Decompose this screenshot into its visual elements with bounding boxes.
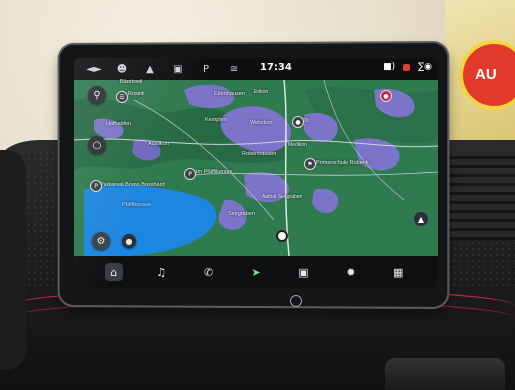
connectivity-icon[interactable]: ∑◉ xyxy=(418,62,432,72)
status-bar: ◄► ☻ ▲ ▣ P ≅ 17:34 ■) ∑◉ xyxy=(74,58,438,80)
air-vent-left xyxy=(0,150,26,370)
air-vent-right xyxy=(440,150,515,240)
poi-pin-school[interactable]: ⚑ xyxy=(304,158,316,170)
map-label-erikon: Erikon xyxy=(254,89,269,95)
poi-pin-parking[interactable]: P xyxy=(184,168,196,180)
map-label-primarschule: Primarschule Robenk xyxy=(316,160,369,166)
volume-icon[interactable]: ■) xyxy=(383,62,395,72)
fan-icon: ✹ xyxy=(346,265,356,279)
phone-icon: ✆ xyxy=(203,265,214,279)
climate-controls xyxy=(385,358,505,390)
phone-button[interactable]: ✆ xyxy=(200,263,218,281)
bottom-dock: ⌂ ♫ ✆ ➤ ▣ ✹ ▦ xyxy=(74,256,438,288)
map-label-kempten: Kempten xyxy=(205,117,228,123)
media-button[interactable]: ♫ xyxy=(152,263,170,281)
map-label-robenhausen: Robenhausen xyxy=(242,151,277,157)
bezel-home-button[interactable] xyxy=(290,295,302,307)
radio-icon[interactable]: ▣ xyxy=(170,62,186,76)
navigation-icon: ➤ xyxy=(251,265,261,279)
map-label-medikon: Medikon xyxy=(288,142,307,148)
map-label-rosinli: Rosinli xyxy=(128,91,145,97)
settings-button[interactable]: ⚙ xyxy=(92,232,110,250)
connected-apps-icon: ▣ xyxy=(298,265,309,279)
navigation-map[interactable]: Bäretswil Rosinli Ettenhausen Erikon Kem… xyxy=(74,79,438,256)
infotainment-screen: ◄► ☻ ▲ ▣ P ≅ 17:34 ■) ∑◉ Bäretswil Rosin… xyxy=(74,58,438,288)
climate-button[interactable]: ✹ xyxy=(342,263,360,281)
map-label-lake: Pfäffikersee xyxy=(122,202,151,208)
map-label-ettenhausen: Ettenhausen xyxy=(214,91,245,97)
clock: 17:34 xyxy=(260,62,292,73)
home-icon: ⌂ xyxy=(110,265,118,279)
home-button[interactable]: ⌂ xyxy=(104,263,123,281)
location-icon[interactable]: ▲ xyxy=(142,62,158,76)
map-label-seegraben: Seegraben xyxy=(228,211,255,217)
map-label-parkplatz: Parkareal Bruno Bosshard xyxy=(100,182,165,188)
search-icon: ⚲ xyxy=(93,89,101,101)
search-button[interactable]: ⚲ xyxy=(88,86,106,104)
music-icon: ♫ xyxy=(156,265,167,279)
gear-icon: ⚙ xyxy=(96,235,106,247)
map-label-aathal: Aathal-Seegraben xyxy=(262,194,303,200)
status-right-group: ■) ∑◉ xyxy=(383,62,432,72)
parking-icon[interactable]: P xyxy=(198,62,214,76)
map-label-im-pfaffikersee: Im Pfäffikersee xyxy=(196,169,233,175)
dashboard-stitching-lower xyxy=(10,300,515,362)
poi-pin-restaurant[interactable]: ☰ xyxy=(116,91,128,103)
voice-icon: ○ xyxy=(92,139,102,151)
vehicle-position-marker xyxy=(276,230,288,242)
navigation-button[interactable]: ➤ xyxy=(247,263,265,281)
notification-icon[interactable] xyxy=(403,64,411,71)
compass-button[interactable]: ▲ xyxy=(414,212,428,226)
connected-apps-button[interactable]: ▣ xyxy=(294,263,312,281)
poi-pin-parking-area[interactable]: P xyxy=(90,180,102,192)
map-label-baretswil: Bäretswil xyxy=(120,79,143,85)
traffic-button[interactable]: ● xyxy=(122,234,136,248)
map-label-auslikon: Auslikon xyxy=(148,141,169,147)
map-label-hofhalden: Hofhalden xyxy=(106,121,132,127)
map-canvas xyxy=(74,80,438,256)
car-icon[interactable]: ◄► xyxy=(86,62,102,76)
apps-grid-icon: ▦ xyxy=(393,265,404,279)
voice-button[interactable]: ○ xyxy=(88,136,106,154)
compass-icon: ▲ xyxy=(417,214,425,224)
apps-grid-button[interactable]: ▦ xyxy=(389,263,407,281)
poi-pin-place[interactable]: ● xyxy=(292,116,304,128)
user-icon[interactable]: ☻ xyxy=(114,62,130,76)
car-traffic-icon: ● xyxy=(125,236,133,246)
heated-seat-icon[interactable]: ≅ xyxy=(226,62,242,76)
poi-pin-favorite[interactable]: ● xyxy=(380,90,392,102)
map-label-wetzikon: Wetzikon xyxy=(250,120,273,126)
